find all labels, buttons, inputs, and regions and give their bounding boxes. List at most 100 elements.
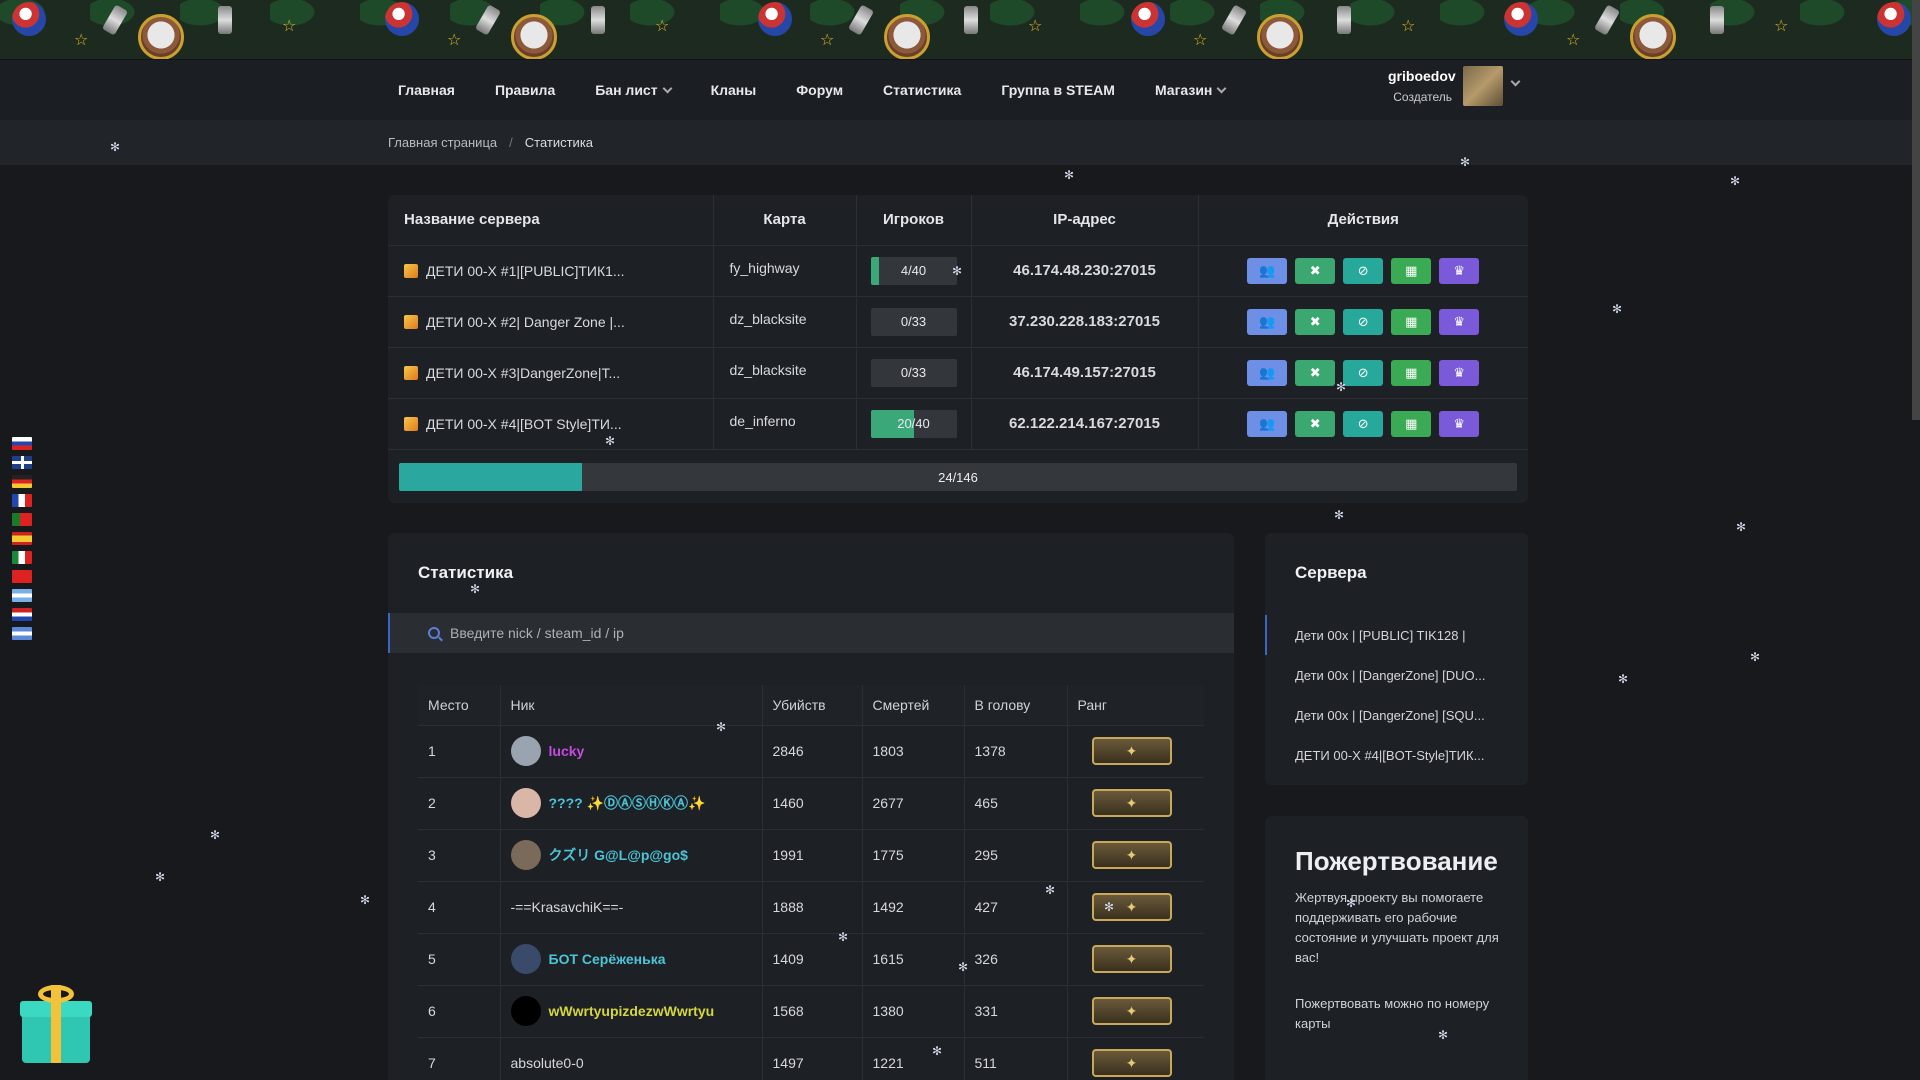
player-nick-text: wWwrtyupizdezwWwrtyu — [548, 1003, 715, 1019]
rank-deaths: 1803 — [862, 725, 965, 778]
server-name[interactable]: ДЕТИ 00-Х #2| Danger Zone |... — [388, 314, 713, 330]
nav-shop[interactable]: Магазин — [1135, 60, 1245, 120]
breadcrumb-separator: / — [509, 135, 513, 150]
game-icon — [404, 365, 418, 380]
sidebar-servers-card: Сервера Дети 00x | [PUBLIC] TIK128 | Дет… — [1265, 533, 1528, 785]
bell-icon — [964, 6, 978, 34]
flag-pt-icon[interactable] — [12, 513, 32, 526]
player-nick[interactable]: wWwrtyupizdezwWwrtyu — [510, 996, 762, 1026]
nav-rules[interactable]: Правила — [475, 60, 575, 120]
rank-badge-cell: ✦ — [1067, 829, 1204, 882]
calendar-button[interactable]: ▦ — [1391, 257, 1432, 284]
table-row[interactable]: 2 ???? ✨ⒹⒶⓈⒽⓀⒶ✨ 1460 2677 465 ✦ — [418, 777, 1204, 830]
server-row[interactable]: ДЕТИ 00-Х #3|DangerZone|T... dz_blacksite… — [388, 347, 1528, 399]
rank-headshots: 295 — [964, 829, 1068, 882]
server-row[interactable]: ДЕТИ 00-Х #4|[BOT Style]ТИ... de_inferno 2… — [388, 398, 1528, 450]
chevron-down-icon[interactable] — [1510, 76, 1521, 87]
scrollbar[interactable] — [1912, 0, 1920, 420]
sidebar-server-item[interactable]: Дети 00x | [PUBLIC] TIK128 | — [1265, 615, 1528, 655]
mute-list-button[interactable]: ✖ — [1295, 257, 1336, 284]
server-name[interactable]: ДЕТИ 00-Х #1|[PUBLIC]ТИК1... — [388, 263, 713, 279]
players-list-button[interactable]: 👥 — [1247, 257, 1288, 284]
search-input[interactable] — [450, 625, 1050, 641]
table-row[interactable]: 4 -==KrasavchiK==- 1888 1492 427 ✦ — [418, 881, 1204, 934]
player-nick[interactable]: -==KrasavchiK==- — [511, 899, 762, 915]
trophy-icon: ♛ — [1453, 313, 1466, 329]
table-row[interactable]: 7 absolute0-0 1497 1221 511 ✦ — [418, 1037, 1204, 1080]
flag-ar-icon[interactable] — [12, 589, 32, 602]
player-nick[interactable]: absolute0-0 — [511, 1055, 762, 1071]
nav-home[interactable]: Главная — [378, 60, 475, 120]
gift-bow — [38, 985, 74, 1003]
stats-button[interactable]: ♛ — [1439, 410, 1480, 437]
server-ip[interactable]: 46.174.48.230:27015 — [971, 245, 1199, 297]
medal-icon — [511, 14, 557, 59]
player-nick[interactable]: ???? ✨ⒹⒶⓈⒽⓀⒶ✨ — [510, 788, 762, 818]
nav-clans[interactable]: Кланы — [691, 60, 777, 120]
server-ip[interactable]: 37.230.228.183:27015 — [971, 296, 1199, 348]
gift-icon[interactable] — [20, 985, 92, 1063]
players-list-button[interactable]: 👥 — [1247, 359, 1288, 386]
flag-nl-icon[interactable] — [12, 608, 32, 621]
table-row[interactable]: 1 lucky 2846 1803 1378 ✦ — [418, 725, 1204, 778]
stats-button[interactable]: ♛ — [1439, 308, 1480, 335]
player-nick[interactable]: lucky — [510, 736, 762, 766]
rank-kills: 1991 — [762, 829, 863, 882]
nav-banlist[interactable]: Бан лист — [575, 60, 690, 120]
stats-button[interactable]: ♛ — [1439, 359, 1480, 386]
table-row[interactable]: 3 クズリ G@L@p@go$ 1991 1775 295 ✦ — [418, 829, 1204, 882]
star-icon: ☆ — [1028, 18, 1043, 35]
calendar-button[interactable]: ▦ — [1391, 359, 1432, 386]
snowflake-icon: ✻ — [1438, 1028, 1449, 1042]
top-nav: Главная Правила Бан лист Кланы Форум Ста… — [0, 60, 1920, 120]
nav-stats[interactable]: Статистика — [863, 60, 981, 120]
sidebar-server-item[interactable]: Дети 00x | [DangerZone] [SQU... — [1265, 695, 1528, 735]
mute-list-button[interactable]: ✖ — [1295, 308, 1336, 335]
table-row[interactable]: 6 wWwrtyupizdezwWwrtyu 1568 1380 331 ✦ — [418, 985, 1204, 1038]
chevron-down-icon — [662, 83, 673, 93]
player-nick[interactable]: БОТ Серёженька — [510, 944, 762, 974]
sidebar-server-item[interactable]: Дети 00x | [DangerZone] [DUO... — [1265, 655, 1528, 695]
actions-group: 👥 ✖ ⊘ ▦ ♛ — [1199, 257, 1529, 284]
stats-button[interactable]: ♛ — [1439, 257, 1480, 284]
sidebar-server-item[interactable]: ДЕТИ 00-Х #4|[BOT-Style]ТИК... — [1265, 735, 1528, 775]
server-name-cell: ДЕТИ 00-Х #3|DangerZone|T... — [388, 347, 714, 399]
ban-list-button[interactable]: ⊘ — [1343, 308, 1384, 335]
nav-steam-group[interactable]: Группа в STEAM — [981, 60, 1135, 120]
ban-list-button[interactable]: ⊘ — [1343, 359, 1384, 386]
ban-list-button[interactable]: ⊘ — [1343, 257, 1384, 284]
mute-list-button[interactable]: ✖ — [1295, 359, 1336, 386]
flag-tr-icon[interactable] — [12, 570, 32, 583]
calendar-button[interactable]: ▦ — [1391, 410, 1432, 437]
players-list-button[interactable]: 👥 — [1247, 308, 1288, 335]
rank-badge-cell: ✦ — [1067, 985, 1204, 1038]
flag-es-icon[interactable] — [12, 532, 32, 545]
breadcrumb-home[interactable]: Главная страница — [388, 135, 497, 150]
flag-de-icon[interactable] — [12, 475, 32, 488]
flag-fr-icon[interactable] — [12, 494, 32, 507]
star-icon: ☆ — [1774, 18, 1789, 35]
server-actions: 👥 ✖ ⊘ ▦ ♛ — [1198, 347, 1528, 399]
player-nick[interactable]: クズリ G@L@p@go$ — [510, 840, 762, 870]
table-row[interactable]: 5 БОТ Серёженька 1409 1615 326 ✦ — [418, 933, 1204, 986]
mic-off-icon: ✖ — [1309, 415, 1321, 431]
flag-ru-icon[interactable] — [12, 437, 32, 450]
mute-list-button[interactable]: ✖ — [1295, 410, 1336, 437]
server-row[interactable]: ДЕТИ 00-Х #2| Danger Zone |... dz_blacksi… — [388, 296, 1528, 348]
server-ip[interactable]: 46.174.49.157:27015 — [971, 347, 1199, 399]
flag-sv-icon[interactable] — [12, 627, 32, 640]
star-icon: ☆ — [1193, 32, 1208, 49]
server-name[interactable]: ДЕТИ 00-Х #4|[BOT Style]ТИ... — [388, 416, 713, 432]
calendar-button[interactable]: ▦ — [1391, 308, 1432, 335]
flag-it-icon[interactable] — [12, 551, 32, 564]
nav-forum[interactable]: Форум — [776, 60, 863, 120]
flag-uk-icon[interactable] — [12, 456, 32, 469]
user-avatar[interactable] — [1463, 66, 1503, 106]
player-nick-text: クズリ G@L@p@go$ — [548, 847, 688, 863]
ban-list-button[interactable]: ⊘ — [1343, 410, 1384, 437]
server-name[interactable]: ДЕТИ 00-Х #3|DangerZone|T... — [388, 365, 713, 381]
server-ip[interactable]: 62.122.214.167:27015 — [971, 398, 1199, 450]
rank-kills: 1888 — [762, 881, 863, 934]
players-list-button[interactable]: 👥 — [1247, 410, 1288, 437]
users-icon: 👥 — [1259, 262, 1276, 278]
